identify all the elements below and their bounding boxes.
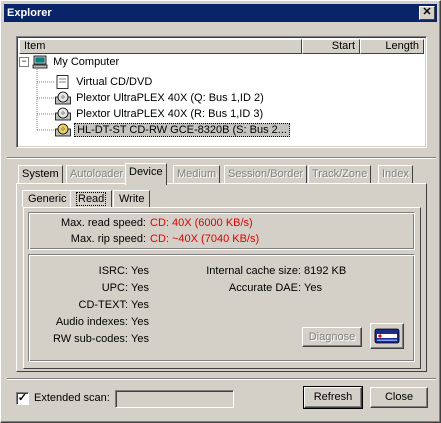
accurate-dae-label: Accurate DAE:: [228, 282, 301, 294]
close-window-button[interactable]: ✕: [419, 6, 435, 20]
tree-label: Plextor UltraPLEX 40X (Q: Bus 1,ID 2): [76, 92, 264, 104]
rw-subcodes-value: Yes: [131, 333, 149, 345]
subtab-write[interactable]: Write: [113, 190, 151, 207]
cd-drive-icon: [55, 91, 71, 105]
tab-session-border[interactable]: Session/Border: [224, 165, 308, 184]
subtab-generic[interactable]: Generic: [22, 190, 73, 207]
cd-text-value: Yes: [131, 299, 149, 311]
tree-label-my-computer: My Computer: [53, 56, 120, 68]
extended-scan-label: Extended scan:: [34, 392, 110, 404]
diagnose-button[interactable]: Diagnose: [302, 327, 362, 347]
tab-system[interactable]: System: [18, 165, 63, 184]
tab-index[interactable]: Index: [378, 165, 413, 184]
tab-track-zone[interactable]: Track/Zone: [308, 165, 372, 184]
main-tabs: System Autoloader Device Medium Session/…: [16, 163, 427, 372]
cache-size-value: 8192 KB: [304, 265, 347, 277]
tree-row-plextor-q[interactable]: Plextor UltraPLEX 40X (Q: Bus 1,ID 2): [55, 90, 266, 106]
column-header-item[interactable]: Item: [19, 39, 302, 54]
rw-subcodes-label: RW sub-codes:: [53, 333, 128, 345]
close-button[interactable]: Close: [370, 387, 428, 408]
isrc-value: Yes: [131, 265, 149, 277]
read-subtab-panel: Max. read speed: CD: 40X (6000 KB/s) Max…: [23, 207, 421, 369]
tree-label: HL-DT-ST CD-RW GCE-8320B (S: Bus 2...: [74, 123, 290, 137]
cache-size-label: Internal cache size:: [206, 265, 301, 277]
max-rip-speed-value: CD: ~40X (7040 KB/s): [150, 233, 260, 245]
tree-row-plextor-r[interactable]: Plextor UltraPLEX 40X (R: Bus 1,ID 3): [55, 106, 265, 122]
audio-indexes-value: Yes: [131, 316, 149, 328]
upc-value: Yes: [131, 282, 149, 294]
drive-info-button[interactable]: [370, 323, 404, 349]
refresh-button[interactable]: Refresh: [303, 386, 363, 409]
speed-group: Max. read speed: CD: 40X (6000 KB/s) Max…: [28, 212, 415, 250]
cd-drive-icon: [55, 107, 71, 121]
drive-icon: [374, 327, 400, 348]
tree-row-hl-dt-st[interactable]: HL-DT-ST CD-RW GCE-8320B (S: Bus 2...: [55, 122, 290, 138]
isrc-label: ISRC:: [98, 265, 128, 277]
tree-row-virtual-cd[interactable]: Virtual CD/DVD: [55, 74, 154, 90]
max-rip-speed-label: Max. rip speed:: [70, 233, 146, 245]
computer-icon: [32, 55, 48, 69]
upc-label: UPC:: [101, 282, 128, 294]
extended-scan-checkbox[interactable]: ✓: [16, 392, 29, 405]
tree-label: Virtual CD/DVD: [76, 76, 153, 88]
window-title: Explorer: [7, 7, 52, 19]
max-read-speed-value: CD: 40X (6000 KB/s): [150, 217, 253, 229]
tree-label: Plextor UltraPLEX 40X (R: Bus 1,ID 3): [76, 108, 264, 120]
explorer-window: Explorer ✕ Item Start Length − My Comput…: [0, 0, 441, 423]
subtab-read[interactable]: Read: [70, 190, 113, 207]
tab-autoloader[interactable]: Autoloader: [66, 165, 128, 184]
subtab-read-label: Read: [76, 192, 107, 206]
features-group: ISRC: Yes UPC: Yes CD-TEXT: Yes Audio in…: [28, 254, 415, 362]
virtual-drive-icon: [55, 75, 71, 89]
device-tab-panel: Generic Read Write Max. read speed: CD: …: [16, 183, 427, 372]
splitter[interactable]: [7, 157, 436, 159]
device-tree[interactable]: Item Start Length − My Computer Virtual …: [16, 36, 427, 148]
column-header-start[interactable]: Start: [302, 39, 360, 54]
collapse-toggle[interactable]: −: [19, 57, 29, 68]
cd-text-label: CD-TEXT:: [78, 299, 129, 311]
title-bar[interactable]: Explorer ✕: [4, 4, 437, 22]
column-header-length[interactable]: Length: [360, 39, 424, 54]
cd-writer-icon: [55, 123, 71, 137]
tree-row-my-computer[interactable]: − My Computer: [19, 54, 121, 70]
footer-separator: [7, 378, 436, 380]
max-read-speed-label: Max. read speed:: [61, 217, 146, 229]
tab-medium[interactable]: Medium: [173, 165, 221, 184]
accurate-dae-value: Yes: [304, 282, 322, 294]
audio-indexes-label: Audio indexes:: [55, 316, 128, 328]
tab-device[interactable]: Device: [125, 163, 167, 185]
extended-scan-progress: [115, 390, 234, 408]
